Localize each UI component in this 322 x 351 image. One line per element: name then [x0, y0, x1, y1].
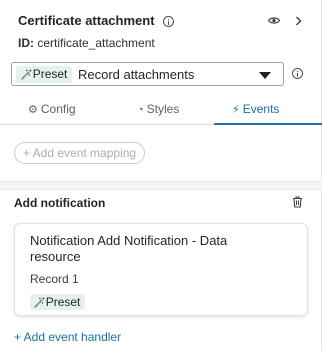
gear-icon: ⚙	[28, 104, 38, 116]
trash-icon[interactable]	[292, 196, 303, 208]
event-handler-card[interactable]: Notification Add Notification - Data res…	[14, 223, 308, 316]
caret-down-icon	[259, 72, 271, 79]
preset-badge-label: Preset	[32, 67, 68, 81]
add-event-mapping-button[interactable]: + Add event mapping	[14, 142, 146, 164]
wand-icon: 🪄︎	[33, 298, 46, 309]
component-id: ID: certificate_attachment	[18, 36, 155, 50]
lightning-icon: ⚡︎	[232, 104, 240, 116]
card-subtitle: Record 1	[30, 272, 79, 286]
card-badge-label: Preset	[45, 295, 81, 309]
section-divider	[0, 181, 322, 190]
tab-events[interactable]: ⚡︎ Events	[232, 98, 279, 124]
info-icon[interactable]	[292, 68, 303, 79]
id-label: ID:	[18, 36, 34, 50]
tab-label: Config	[40, 102, 76, 116]
active-tab-indicator	[214, 123, 322, 125]
preset-badge: 🪄︎Preset	[16, 66, 73, 83]
wand-icon: 🪄︎	[20, 70, 33, 81]
properties-panel: Certificate attachment ID: certificate_a…	[0, 0, 322, 351]
tab-config[interactable]: ⚙ Config	[28, 98, 76, 124]
chevron-right-icon[interactable]	[295, 16, 302, 26]
info-icon[interactable]	[163, 16, 174, 27]
tab-styles[interactable]: ◔ Styles	[137, 98, 179, 124]
tab-label: Events	[242, 102, 280, 116]
palette-icon: ◔	[137, 104, 144, 116]
add-event-handler-link[interactable]: + Add event handler	[14, 330, 121, 344]
panel-title: Certificate attachment	[18, 13, 155, 28]
section-title: Add notification	[14, 196, 106, 210]
eye-icon[interactable]	[268, 16, 280, 25]
id-value: certificate_attachment	[37, 36, 155, 50]
preset-badge: 🪄︎Preset	[30, 294, 86, 310]
card-title: Notification Add Notification - Data res…	[30, 233, 228, 264]
tab-label: Styles	[146, 102, 180, 116]
preset-select[interactable]: 🪄︎Preset Record attachments	[11, 62, 284, 86]
preset-select-value: Record attachments	[78, 67, 195, 82]
tab-bar: ⚙ Config ◔ Styles ⚡︎ Events	[0, 98, 322, 125]
